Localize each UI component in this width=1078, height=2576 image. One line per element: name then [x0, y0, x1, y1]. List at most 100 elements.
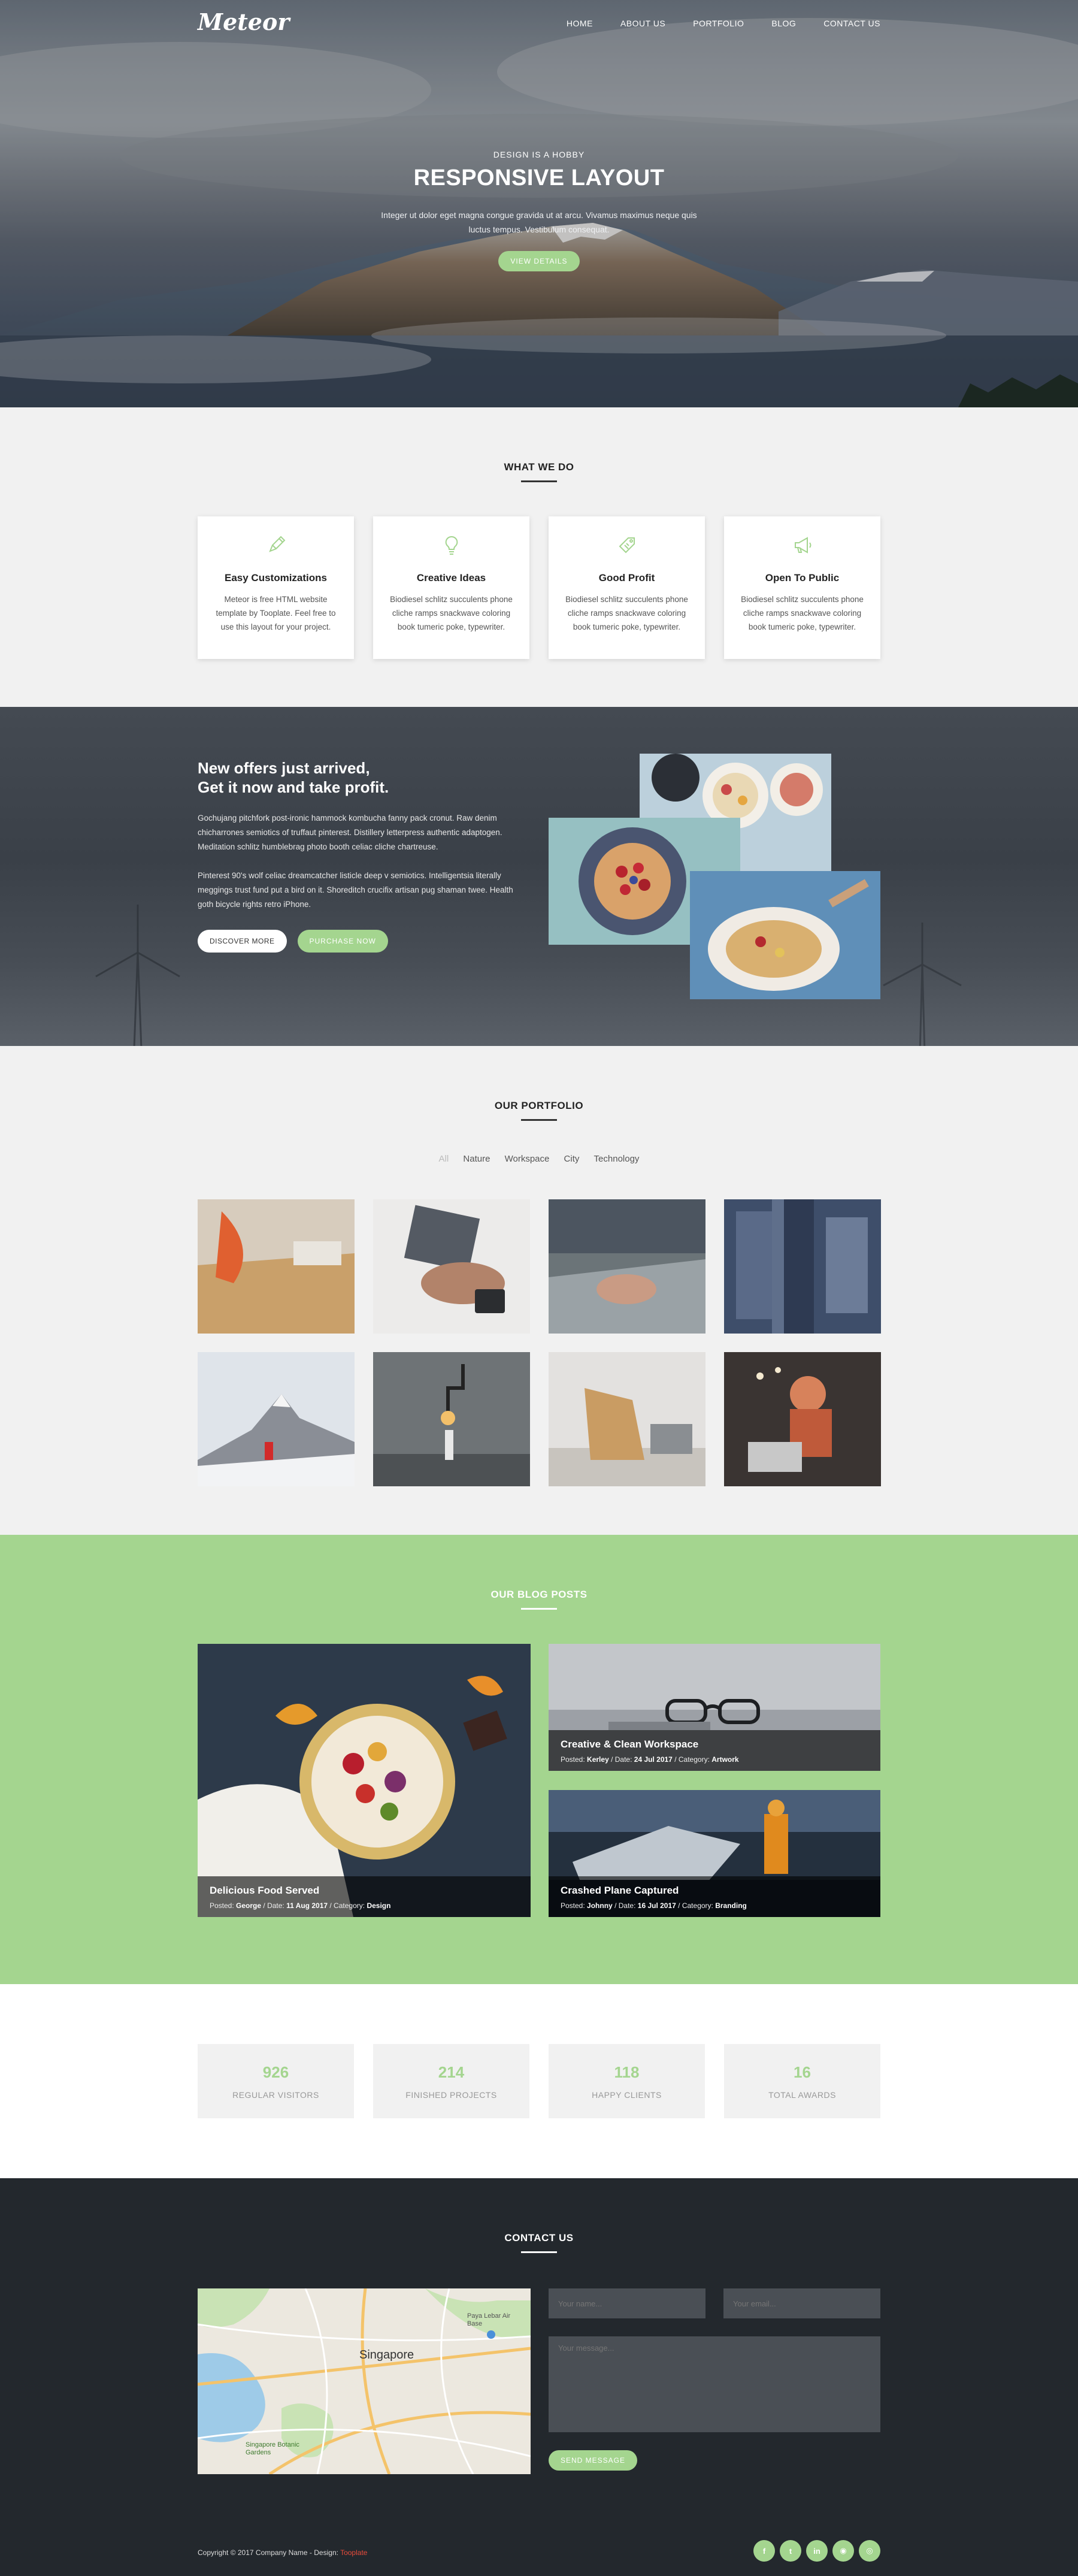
- stats-section: 926 REGULAR VISITORS 214 FINISHED PROJEC…: [0, 1984, 1078, 2178]
- portfolio-item[interactable]: [373, 1199, 530, 1334]
- offers-title-line2: Get it now and take profit.: [198, 778, 389, 796]
- portfolio-item[interactable]: [724, 1199, 881, 1334]
- stat-label: TOTAL AWARDS: [768, 2090, 836, 2100]
- hero-content: DESIGN IS A HOBBY RESPONSIVE LAYOUT Inte…: [0, 150, 1078, 271]
- blog-post-meta: Posted: Johnny / Date: 16 Jul 2017 / Cat…: [561, 1901, 747, 1910]
- stat-value: 926: [262, 2063, 289, 2081]
- stat-value: 16: [794, 2063, 811, 2081]
- pencil-icon: [268, 536, 285, 552]
- blog-post-caption: Crashed Plane Captured Posted: Johnny / …: [549, 1876, 880, 1917]
- instagram-icon[interactable]: ◎: [859, 2540, 880, 2562]
- post-category[interactable]: Artwork: [711, 1755, 738, 1764]
- facebook-icon[interactable]: f: [753, 2540, 775, 2562]
- services-section: WHAT WE DO Easy Customizations Meteor is…: [0, 407, 1078, 707]
- portfolio-title: OUR PORTFOLIO: [0, 1100, 1078, 1121]
- service-card-text: Meteor is free HTML website template by …: [216, 595, 336, 631]
- lightbulb-icon: [445, 536, 458, 555]
- send-message-button[interactable]: SEND MESSAGE: [549, 2450, 638, 2471]
- rss-icon[interactable]: ◉: [832, 2540, 854, 2562]
- windmill-background-image: [883, 923, 962, 1046]
- map-place-label: Singapore Botanic Gardens: [246, 2441, 299, 2456]
- location-map[interactable]: Singapore Paya Lebar Air Base Singapore …: [198, 2288, 531, 2474]
- nav-blog[interactable]: BLOG: [771, 19, 796, 28]
- service-card: Easy Customizations Meteor is free HTML …: [198, 516, 354, 659]
- blog-post-card[interactable]: Delicious Food Served Posted: George / D…: [198, 1644, 531, 1917]
- blog-post-caption: Creative & Clean Workspace Posted: Kerle…: [549, 1730, 880, 1771]
- offers-buttons: DISCOVER MORE PURCHASE NOW: [198, 930, 388, 953]
- service-card-title: Easy Customizations: [225, 572, 327, 583]
- hero-description: Integer ut dolor eget magna congue gravi…: [381, 210, 697, 234]
- post-author: Kerley: [587, 1755, 609, 1764]
- stat-label: HAPPY CLIENTS: [592, 2090, 662, 2100]
- portfolio-item[interactable]: [549, 1199, 705, 1334]
- nav-about[interactable]: ABOUT US: [620, 19, 665, 28]
- blog-post-card[interactable]: Creative & Clean Workspace Posted: Kerle…: [549, 1644, 880, 1771]
- post-category[interactable]: Design: [367, 1901, 390, 1910]
- message-field[interactable]: [549, 2336, 880, 2432]
- nav-contact[interactable]: CONTACT US: [823, 19, 880, 28]
- waffle-photo: [690, 871, 880, 999]
- service-card-title: Good Profit: [598, 572, 655, 583]
- stat-box: 926 REGULAR VISITORS: [198, 2044, 354, 2118]
- blog-post-meta: Posted: Kerley / Date: 24 Jul 2017 / Cat…: [561, 1755, 739, 1764]
- purchase-now-button[interactable]: PURCHASE NOW: [297, 930, 388, 953]
- post-category[interactable]: Branding: [715, 1901, 747, 1910]
- service-card-text: Biodiesel schlitz succulents phone clich…: [741, 595, 864, 631]
- map-city-label: Singapore: [359, 2348, 414, 2362]
- filter-all[interactable]: All: [439, 1154, 449, 1164]
- blog-post-title[interactable]: Creative & Clean Workspace: [561, 1739, 868, 1750]
- offers-title: New offers just arrived, Get it now and …: [198, 758, 389, 797]
- portfolio-item[interactable]: [549, 1352, 705, 1486]
- filter-city[interactable]: City: [564, 1154, 580, 1164]
- offers-paragraph: Pinterest 90's wolf celiac dreamcatcher …: [198, 871, 513, 909]
- post-author: George: [236, 1901, 262, 1910]
- portfolio-item[interactable]: [198, 1199, 355, 1334]
- nav-menu: HOME ABOUT US PORTFOLIO BLOG CONTACT US: [567, 19, 880, 28]
- stat-value: 214: [438, 2063, 465, 2081]
- name-field[interactable]: [549, 2288, 705, 2318]
- site-logo[interactable]: Meteor: [198, 8, 289, 35]
- offers-paragraph: Gochujang pitchfork post-ironic hammock …: [198, 814, 502, 851]
- stat-label: REGULAR VISITORS: [232, 2090, 319, 2100]
- twitter-icon[interactable]: t: [780, 2540, 801, 2562]
- service-card-title: Creative Ideas: [416, 572, 486, 583]
- nav-portfolio[interactable]: PORTFOLIO: [693, 19, 744, 28]
- hero-title: RESPONSIVE LAYOUT: [413, 165, 665, 191]
- stat-value: 118: [614, 2063, 640, 2081]
- stats-row: 926 REGULAR VISITORS 214 FINISHED PROJEC…: [198, 2044, 880, 2118]
- filter-workspace[interactable]: Workspace: [505, 1154, 550, 1164]
- blog-section: OUR BLOG POSTS Delicious Food Served Pos…: [0, 1535, 1078, 1984]
- post-date: 16 Jul 2017: [637, 1901, 676, 1910]
- stat-box: 214 FINISHED PROJECTS: [373, 2044, 529, 2118]
- portfolio-filters: All Nature Workspace City Technology: [0, 1154, 1078, 1164]
- email-field[interactable]: [723, 2288, 880, 2318]
- blog-title: OUR BLOG POSTS: [0, 1589, 1078, 1610]
- view-details-button[interactable]: VIEW DETAILS: [498, 251, 580, 271]
- post-date: 11 Aug 2017: [286, 1901, 328, 1910]
- filter-nature[interactable]: Nature: [463, 1154, 490, 1164]
- blog-post-title[interactable]: Crashed Plane Captured: [561, 1885, 868, 1897]
- linkedin-icon[interactable]: in: [806, 2540, 828, 2562]
- portfolio-item[interactable]: [198, 1352, 355, 1486]
- hero-section: Meteor HOME ABOUT US PORTFOLIO BLOG CONT…: [0, 0, 1078, 407]
- stat-box: 118 HAPPY CLIENTS: [549, 2044, 705, 2118]
- hero-kicker: DESIGN IS A HOBBY: [493, 150, 585, 159]
- portfolio-item[interactable]: [724, 1352, 881, 1486]
- blog-post-card[interactable]: Crashed Plane Captured Posted: Johnny / …: [549, 1790, 880, 1917]
- service-card-text: Biodiesel schlitz succulents phone clich…: [390, 595, 513, 631]
- nav-home[interactable]: HOME: [567, 19, 593, 28]
- service-card: Open To Public Biodiesel schlitz succule…: [724, 516, 880, 659]
- filter-technology[interactable]: Technology: [594, 1154, 640, 1164]
- contact-section: CONTACT US Singapore Paya Lebar Air Base: [0, 2178, 1078, 2576]
- blog-post-title[interactable]: Delicious Food Served: [210, 1885, 519, 1897]
- designer-link[interactable]: Tooplate: [340, 2548, 367, 2557]
- discover-more-button[interactable]: DISCOVER MORE: [198, 930, 287, 953]
- megaphone-icon: [794, 537, 811, 554]
- service-card-text: Biodiesel schlitz succulents phone clich…: [565, 595, 688, 631]
- service-card-title: Open To Public: [765, 572, 840, 583]
- social-links: f t in ◉ ◎: [753, 2540, 880, 2562]
- offers-section: New offers just arrived, Get it now and …: [0, 707, 1078, 1046]
- service-card: Creative Ideas Biodiesel schlitz succule…: [373, 516, 529, 659]
- portfolio-grid: [198, 1199, 881, 1486]
- portfolio-item[interactable]: [373, 1352, 530, 1486]
